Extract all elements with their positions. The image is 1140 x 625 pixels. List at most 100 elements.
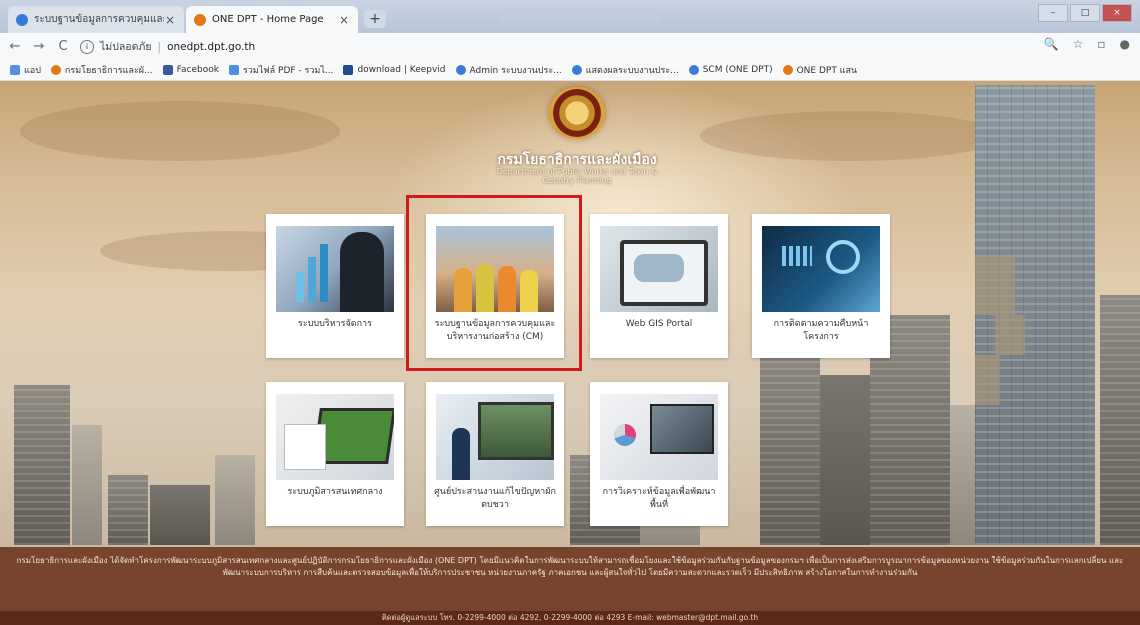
card-label: การวิเคราะห์ข้อมูลเพื่อพัฒนาพื้นที่ xyxy=(602,487,716,510)
url-text[interactable]: onedpt.dpt.go.th xyxy=(167,41,255,53)
dpt-logo xyxy=(549,87,605,139)
bookmark-item[interactable]: แสดงผลระบบงานประ... xyxy=(571,63,679,77)
tower-shape xyxy=(975,85,1095,545)
facebook-icon xyxy=(162,65,173,75)
card-label: การติดตามความคืบหน้าโครงการ xyxy=(773,319,869,342)
star-icon[interactable]: ☆ xyxy=(1073,37,1084,51)
bookmark-favicon-icon xyxy=(782,65,793,75)
card-central-gis[interactable]: ระบบภูมิสารสนเทศกลาง xyxy=(266,382,404,526)
analytics-tablet-image xyxy=(762,226,880,312)
tower-pixel-cutout xyxy=(995,315,1025,355)
page-content: กรมโยธาธิการและผังเมือง Department of Pu… xyxy=(0,81,1140,625)
bookmark-label: แอป xyxy=(24,66,41,76)
toolbar-actions: 🔍 ☆ ▫ ● xyxy=(1044,37,1130,51)
building-shape xyxy=(820,375,870,545)
footer-contact: ติดต่อผู้ดูแลระบบ โทร. 0-2299-4000 ต่อ 4… xyxy=(0,611,1140,625)
card-web-gis-portal[interactable]: Web GIS Portal xyxy=(590,214,728,358)
bookmark-item[interactable]: Facebook xyxy=(162,65,219,75)
extension-icon[interactable]: ▫ xyxy=(1097,37,1105,51)
data-screens-image xyxy=(600,394,718,480)
new-tab-button[interactable]: + xyxy=(364,10,386,28)
business-chart-image xyxy=(276,226,394,312)
close-window-button[interactable]: × xyxy=(1102,4,1132,22)
bar-graphic xyxy=(296,272,304,302)
profile-icon[interactable]: ● xyxy=(1120,37,1130,51)
apps-icon xyxy=(10,65,20,75)
footer-description: กรมโยธาธิการและผังเมือง ได้จัดทำโครงการพ… xyxy=(0,547,1140,611)
highlight-box xyxy=(406,195,582,371)
close-icon[interactable]: × xyxy=(338,13,350,27)
bookmark-item[interactable]: download | Keepvid xyxy=(343,65,446,75)
card-label: ระบบบริหารจัดการ xyxy=(298,319,372,329)
bookmark-label: download | Keepvid xyxy=(357,65,446,75)
screen-graphic xyxy=(478,402,554,460)
bookmark-favicon-icon xyxy=(571,65,582,75)
bookmark-label: แสดงผลระบบงานประ... xyxy=(585,66,679,76)
card-label: Web GIS Portal xyxy=(625,319,693,329)
back-button[interactable]: ← xyxy=(6,38,24,56)
building-shape xyxy=(760,345,820,545)
bookmark-favicon-icon xyxy=(343,65,354,75)
presenter-figure xyxy=(452,428,470,480)
building-shape xyxy=(72,425,102,545)
site-favicon-icon xyxy=(194,13,206,26)
forward-button[interactable]: → xyxy=(30,38,48,56)
bookmark-apps[interactable]: แอป xyxy=(10,63,41,77)
reload-button[interactable]: C xyxy=(54,38,72,56)
building-shape xyxy=(215,455,255,545)
bookmark-item[interactable]: รวมไฟล์ PDF - รวมไ... xyxy=(228,63,334,77)
card-project-tracking[interactable]: การติดตามความคืบหน้าโครงการ xyxy=(752,214,890,358)
bookmark-label: รวมไฟล์ PDF - รวมไ... xyxy=(242,66,334,76)
bookmarks-bar: แอป กรมโยธาธิการและผั... Facebook รวมไฟล… xyxy=(0,60,1140,81)
org-subtitle: Department of Public Works and Town & Co… xyxy=(496,167,658,185)
zoom-icon[interactable]: 🔍 xyxy=(1044,37,1059,51)
info-icon[interactable]: i xyxy=(80,39,94,54)
browser-tab-inactive[interactable]: ระบบฐานข้อมูลการควบคุมและบริห × xyxy=(8,6,184,33)
window-controls: – □ × xyxy=(1038,4,1132,22)
bookmark-favicon-icon xyxy=(455,65,466,75)
bookmark-label: SCM (ONE DPT) xyxy=(702,65,773,75)
bookmark-item[interactable]: ONE DPT แสน xyxy=(782,63,858,77)
card-management-system[interactable]: ระบบบริหารจัดการ xyxy=(266,214,404,358)
building-shape xyxy=(14,385,70,545)
browser-tab-active[interactable]: ONE DPT - Home Page × xyxy=(186,6,358,33)
businessman-silhouette xyxy=(340,232,384,312)
bookmark-favicon-icon xyxy=(688,65,699,75)
maximize-button[interactable]: □ xyxy=(1070,4,1100,22)
laptop-map-image xyxy=(276,394,394,480)
tower-pixel-cutout xyxy=(975,255,1015,315)
security-label: ไม่ปลอดภัย xyxy=(100,41,152,53)
bookmark-label: กรมโยธาธิการและผั... xyxy=(64,66,153,76)
bookmark-favicon-icon xyxy=(50,65,61,75)
address-bar[interactable]: i ไม่ปลอดภัย | onedpt.dpt.go.th xyxy=(80,38,255,55)
chart-ring-graphic xyxy=(826,240,860,274)
card-label: ระบบภูมิสารสนเทศกลาง xyxy=(287,487,383,497)
bookmark-favicon-icon xyxy=(228,65,239,75)
close-icon[interactable]: × xyxy=(164,13,176,27)
bookmark-item[interactable]: Admin ระบบงานประ... xyxy=(455,63,562,77)
tower-pixel-cutout xyxy=(975,355,1000,405)
card-label: ศูนย์ประสานงานแก้ไขปัญหาผักตบชวา xyxy=(434,487,556,510)
browser-tab-strip: ระบบฐานข้อมูลการควบคุมและบริห × ONE DPT … xyxy=(0,0,1140,33)
bookmark-label: ONE DPT แสน xyxy=(796,66,858,76)
building-shape xyxy=(150,485,210,545)
title-bar-blur xyxy=(500,10,660,22)
bar-graphic xyxy=(320,244,328,302)
site-favicon-icon xyxy=(16,13,28,26)
cloud-shape xyxy=(700,111,1000,161)
bookmark-label: Facebook xyxy=(176,65,219,75)
minimize-button[interactable]: – xyxy=(1038,4,1068,22)
bookmark-label: Admin ระบบงานประ... xyxy=(469,66,562,76)
card-area-analysis[interactable]: การวิเคราะห์ข้อมูลเพื่อพัฒนาพื้นที่ xyxy=(590,382,728,526)
browser-toolbar: ← → C i ไม่ปลอดภัย | onedpt.dpt.go.th 🔍 … xyxy=(0,33,1140,61)
chart-paper-graphic xyxy=(284,424,326,470)
building-shape xyxy=(108,475,148,545)
card-water-hyacinth-center[interactable]: ศูนย์ประสานงานแก้ไขปัญหาผักตบชวา xyxy=(426,382,564,526)
cloud-shape xyxy=(20,101,340,161)
bookmark-item[interactable]: กรมโยธาธิการและผั... xyxy=(50,63,153,77)
bar-graphic xyxy=(308,257,316,302)
tab-title: ระบบฐานข้อมูลการควบคุมและบริห xyxy=(34,14,164,25)
bookmark-item[interactable]: SCM (ONE DPT) xyxy=(688,65,773,75)
bar-graphic xyxy=(782,246,812,266)
screen-graphic xyxy=(650,404,714,454)
